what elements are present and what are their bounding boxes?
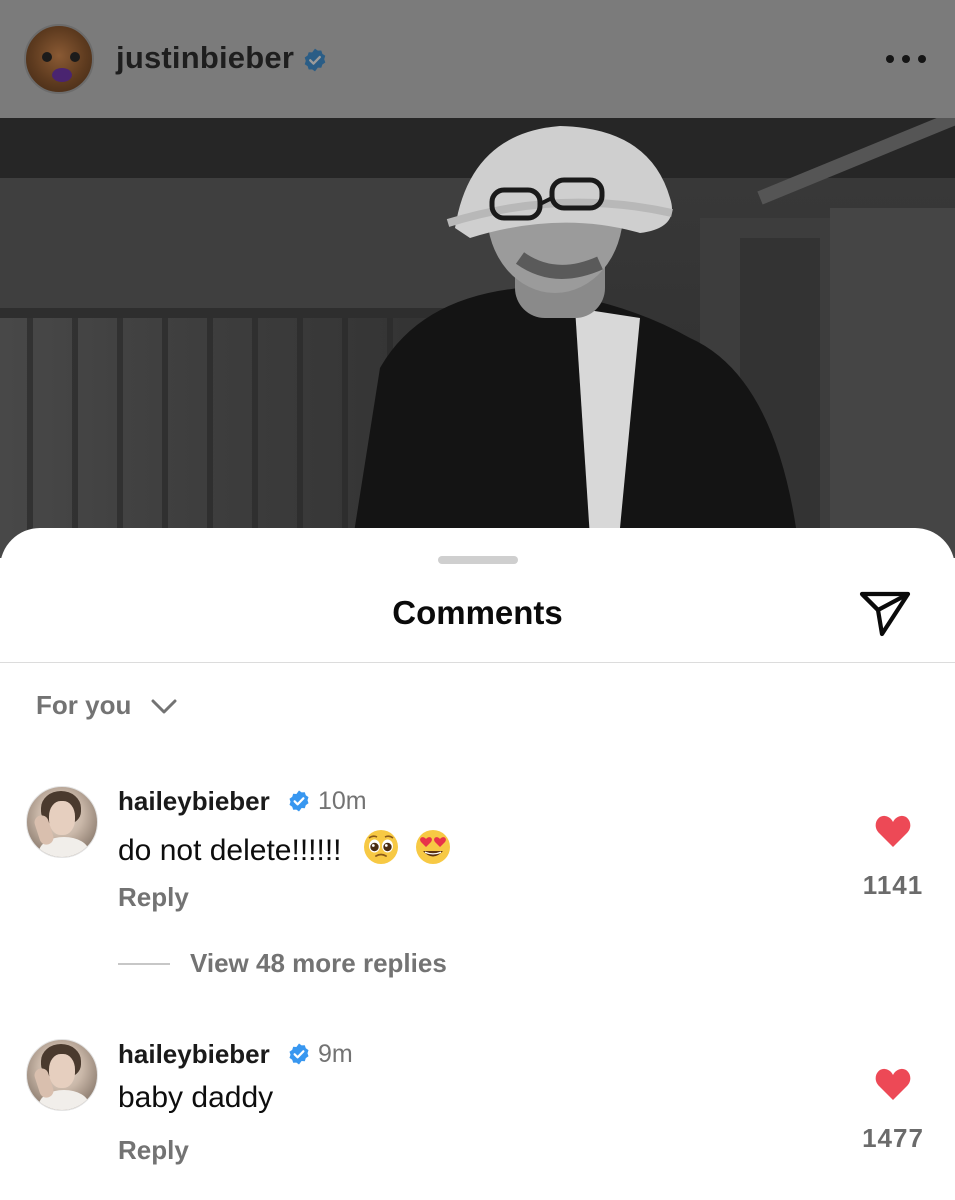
post-author-username[interactable]: justinbieber [116, 40, 294, 76]
reply-button[interactable]: Reply [118, 1135, 189, 1166]
sheet-title: Comments [392, 594, 563, 631]
comment-item: haileybieber 9m baby daddy Reply 1477 [0, 1039, 955, 1179]
more-options-icon[interactable] [886, 52, 926, 66]
paper-plane-icon[interactable] [858, 588, 912, 638]
commenter-avatar[interactable] [26, 1039, 98, 1111]
verified-badge-icon [289, 790, 309, 812]
commenter-avatar[interactable] [26, 786, 98, 858]
view-more-replies-label: View 48 more replies [190, 948, 447, 978]
comment-text-body: baby daddy [118, 1081, 274, 1114]
comment-timestamp: 9m [318, 1040, 353, 1068]
comment-text-body: do not delete!!!!!! [118, 834, 342, 867]
post-photo [0, 118, 955, 558]
heart-filled-icon[interactable] [874, 814, 912, 848]
comment-text: do not delete!!!!!! [118, 828, 452, 868]
sheet-divider [0, 662, 955, 663]
comment-sort-dropdown[interactable]: For you [36, 690, 177, 721]
view-more-replies-button[interactable]: View 48 more replies [118, 948, 447, 979]
sheet-drag-handle[interactable] [438, 556, 518, 564]
comments-sheet: Comments For you haileybieber 10m do not… [0, 528, 955, 1200]
commenter-username[interactable]: haileybieber [118, 786, 270, 817]
post-photo-image [0, 118, 955, 558]
verified-badge-icon [289, 1043, 309, 1065]
heart-eyes-emoji-icon [416, 830, 451, 864]
commenter-username[interactable]: haileybieber [118, 1039, 270, 1070]
heart-filled-icon[interactable] [874, 1067, 912, 1101]
like-count: 1477 [862, 1123, 924, 1153]
reply-thread-line [118, 962, 170, 965]
pleading-face-emoji-icon [363, 830, 398, 864]
post-author-avatar[interactable] [24, 24, 94, 94]
post-header: justinbieber [0, 0, 955, 118]
comment-timestamp: 10m [318, 787, 367, 815]
verified-badge-icon [304, 48, 326, 72]
like-count: 1141 [862, 870, 924, 900]
chevron-down-icon [151, 699, 177, 713]
reply-button[interactable]: Reply [118, 882, 189, 913]
comment-item: haileybieber 10m do not delete!!!!!! Rep… [0, 786, 955, 926]
comment-text: baby daddy [118, 1081, 273, 1115]
comment-sort-label: For you [36, 690, 132, 720]
